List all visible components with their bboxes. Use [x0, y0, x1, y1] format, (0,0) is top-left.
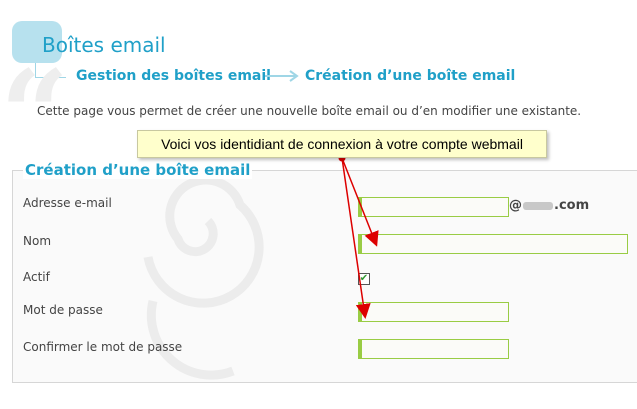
annotation-arrows: [338, 154, 379, 319]
arrow-to-name: [341, 157, 379, 247]
arrow-to-password: [341, 157, 371, 319]
webmail-tooltip: Voici vos identidiant de connexion à vot…: [137, 130, 547, 158]
